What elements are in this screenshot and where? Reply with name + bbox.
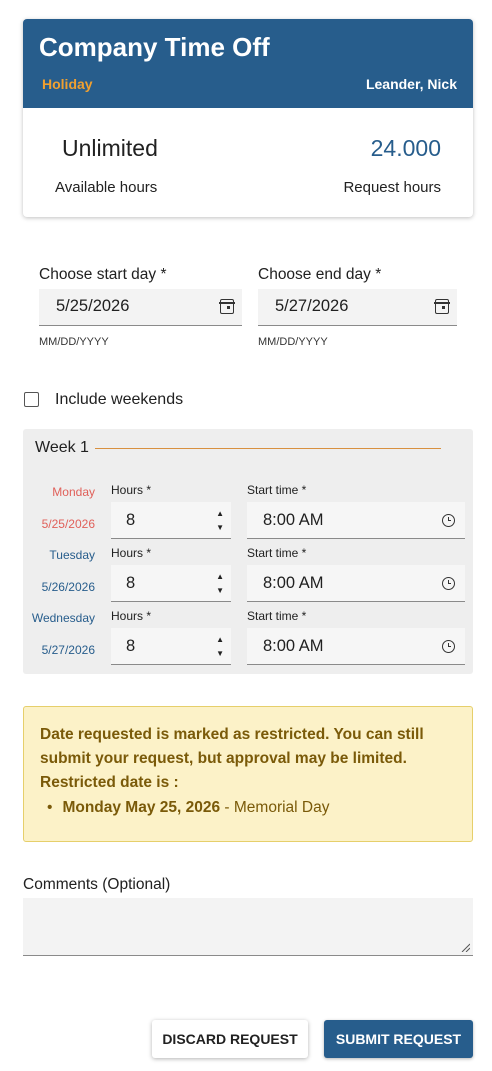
hours-input[interactable]: 8 ▲ ▼	[111, 628, 231, 665]
start-day-label: Choose start day *	[39, 266, 167, 283]
end-day-input[interactable]: 5/27/2026	[258, 289, 457, 326]
start-time-input[interactable]: 8:00 AM	[247, 502, 465, 539]
start-time-label: Start time *	[247, 609, 307, 623]
card-body: Unlimited Available hours 24.000 Request…	[23, 108, 473, 217]
start-day-hint: MM/DD/YYYY	[39, 336, 109, 348]
calendar-icon[interactable]	[219, 299, 235, 314]
request-hours-label: Request hours	[343, 179, 441, 196]
week-divider	[95, 448, 441, 449]
day-date: 5/26/2026	[41, 580, 95, 594]
hours-label: Hours *	[111, 609, 152, 623]
resize-grip-icon[interactable]	[461, 943, 470, 952]
spinner-arrows-icon[interactable]: ▲ ▼	[216, 507, 224, 535]
restricted-holiday: Memorial Day	[233, 799, 330, 816]
start-day-input[interactable]: 5/25/2026	[39, 289, 242, 326]
week-panel: Week 1 Monday 5/25/2026 Hours * 8 ▲ ▼ Sta…	[23, 429, 473, 674]
page-title: Company Time Off	[39, 32, 270, 62]
hours-input[interactable]: 8 ▲ ▼	[111, 565, 231, 602]
available-hours-label: Available hours	[55, 179, 158, 196]
comments-label: Comments (Optional)	[23, 876, 171, 893]
calendar-icon[interactable]	[434, 299, 450, 314]
leave-type: Holiday	[42, 76, 93, 92]
start-time-label: Start time *	[247, 546, 307, 560]
start-time-input[interactable]: 8:00 AM	[247, 628, 465, 665]
end-day-value: 5/27/2026	[275, 297, 349, 315]
employee-name: Leander, Nick	[365, 76, 457, 92]
start-time-input[interactable]: 8:00 AM	[247, 565, 465, 602]
request-hours-value: 24.000	[370, 135, 441, 161]
clock-icon[interactable]	[442, 514, 455, 527]
start-time-value: 8:00 AM	[263, 637, 324, 655]
hours-label: Hours *	[111, 483, 152, 497]
include-weekends-label[interactable]: Include weekends	[55, 391, 183, 409]
time-off-card: Company Time Off Holiday Leander, Nick U…	[23, 19, 473, 217]
hours-value: 8	[126, 574, 136, 592]
comments-textarea[interactable]	[23, 898, 473, 956]
clock-icon[interactable]	[442, 640, 455, 653]
available-hours-value: Unlimited	[62, 135, 158, 161]
day-name: Wednesday	[31, 611, 95, 625]
hours-value: 8	[126, 637, 136, 655]
warning-line: Date requested is marked as restricted. …	[40, 726, 424, 743]
restricted-date-list: Monday May 25, 2026 - Memorial Day	[40, 799, 456, 817]
end-day-hint: MM/DD/YYYY	[258, 336, 328, 348]
clock-icon[interactable]	[442, 577, 455, 590]
day-date: 5/27/2026	[41, 643, 95, 657]
warning-line: Restricted date is :	[40, 774, 179, 791]
restricted-date-item: Monday May 25, 2026 - Memorial Day	[47, 799, 456, 817]
submit-request-button[interactable]: SUBMIT REQUEST	[324, 1020, 473, 1058]
card-header: Company Time Off Holiday Leander, Nick	[23, 19, 473, 108]
restricted-date: Monday May 25, 2026	[62, 799, 221, 816]
start-time-value: 8:00 AM	[263, 511, 324, 529]
start-time-label: Start time *	[247, 483, 307, 497]
hours-value: 8	[126, 511, 136, 529]
week-title: Week 1	[35, 439, 89, 456]
hours-input[interactable]: 8 ▲ ▼	[111, 502, 231, 539]
include-weekends-checkbox[interactable]	[24, 392, 39, 407]
warning-line: submit your request, but approval may be…	[40, 750, 407, 767]
start-day-value: 5/25/2026	[56, 297, 130, 315]
discard-request-button[interactable]: DISCARD REQUEST	[152, 1020, 308, 1058]
day-name: Monday	[52, 485, 95, 499]
restricted-separator: -	[220, 799, 234, 816]
start-time-value: 8:00 AM	[263, 574, 324, 592]
day-name: Tuesday	[49, 548, 95, 562]
hours-label: Hours *	[111, 546, 152, 560]
spinner-arrows-icon[interactable]: ▲ ▼	[216, 633, 224, 661]
restricted-date-warning: Date requested is marked as restricted. …	[23, 706, 473, 842]
day-date: 5/25/2026	[41, 517, 95, 531]
end-day-label: Choose end day *	[258, 266, 382, 283]
spinner-arrows-icon[interactable]: ▲ ▼	[216, 570, 224, 598]
